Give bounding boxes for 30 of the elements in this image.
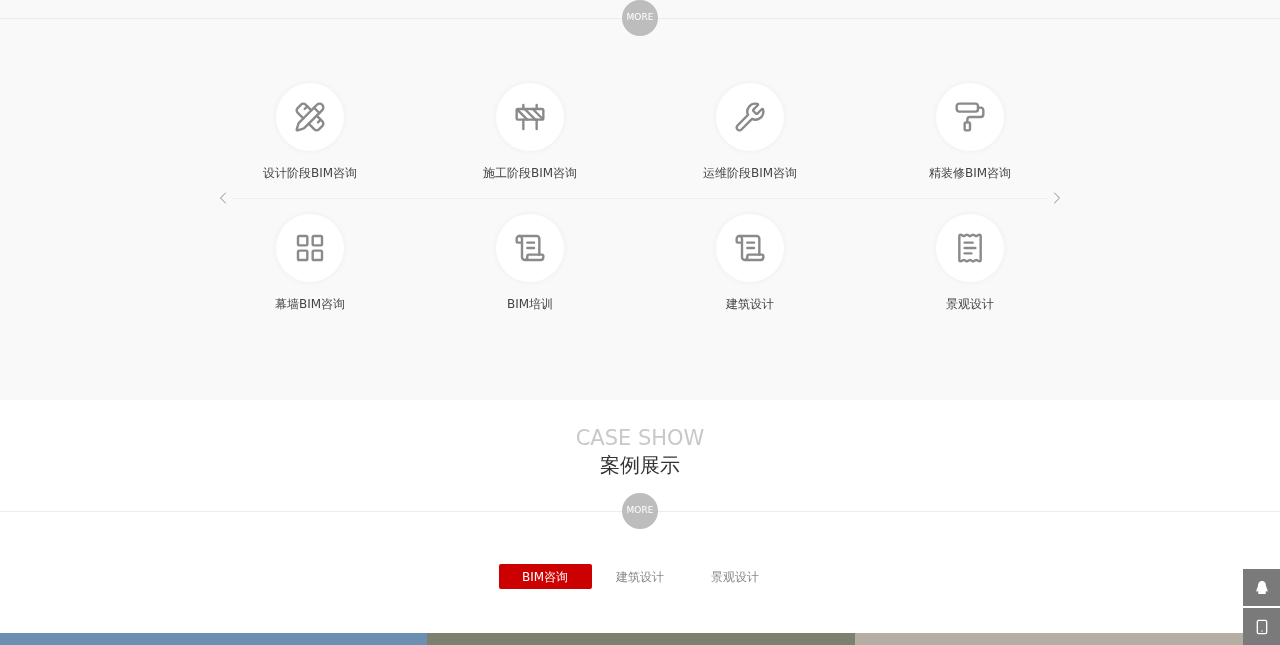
service-label: 运维阶段BIM咨询 xyxy=(702,165,798,182)
service-item[interactable]: 运维阶段BIM咨询 xyxy=(685,83,815,182)
paint-roller-icon xyxy=(954,101,986,133)
scroll-icon xyxy=(514,232,546,264)
section-title: 案例展示 xyxy=(600,452,680,479)
case-tab[interactable]: BIM咨询 xyxy=(498,564,592,589)
service-item[interactable]: 设计阶段BIM咨询 xyxy=(245,83,375,182)
service-label: 幕墙BIM咨询 xyxy=(274,296,346,313)
service-item[interactable]: 施工阶段BIM咨询 xyxy=(465,83,595,182)
scroll-icon xyxy=(734,232,766,264)
service-label: 设计阶段BIM咨询 xyxy=(262,165,358,182)
grid-icon xyxy=(294,232,326,264)
mobile-button[interactable] xyxy=(1243,608,1280,645)
service-item[interactable]: 精装修BIM咨询 xyxy=(905,83,1035,182)
chat-button[interactable] xyxy=(1243,569,1280,606)
service-label: 建筑设计 xyxy=(726,296,774,313)
construction-icon xyxy=(514,101,546,133)
service-item[interactable]: 建筑设计 xyxy=(685,214,815,313)
service-item[interactable]: BIM培训 xyxy=(465,214,595,313)
case-tab[interactable]: 建筑设计 xyxy=(593,564,687,589)
service-label: 景观设计 xyxy=(946,296,994,313)
pencil-ruler-icon xyxy=(294,101,326,133)
case-tab[interactable]: 景观设计 xyxy=(688,564,782,589)
service-label: BIM培训 xyxy=(506,296,554,313)
service-item[interactable]: 景观设计 xyxy=(905,214,1035,313)
service-label: 施工阶段BIM咨询 xyxy=(482,165,578,182)
wrench-icon xyxy=(734,101,766,133)
penguin-icon xyxy=(1254,579,1269,596)
service-item[interactable]: 幕墙BIM咨询 xyxy=(245,214,375,313)
service-label: 精装修BIM咨询 xyxy=(928,165,1012,182)
